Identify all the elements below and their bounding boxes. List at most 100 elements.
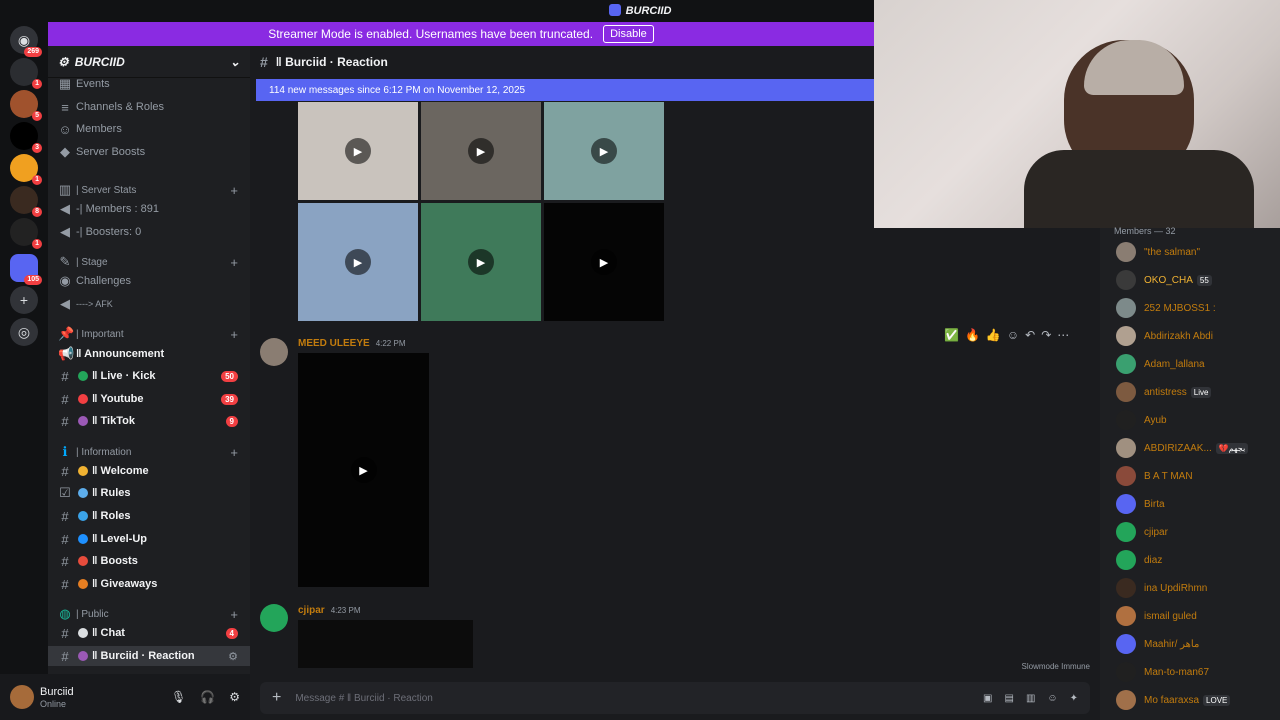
avatar[interactable] — [10, 685, 34, 709]
channel-afk[interactable]: ◀ ----> AFK — [48, 294, 250, 314]
disable-button[interactable]: Disable — [603, 25, 654, 43]
channel-challenges[interactable]: ◉ Challenges — [48, 271, 250, 291]
avatar[interactable] — [260, 604, 288, 632]
add-reaction-icon[interactable]: ☺ — [1007, 328, 1019, 342]
channel-boosters-count[interactable]: ◀ -| Boosters: 0 — [48, 222, 250, 242]
category-server-stats[interactable]: ▥ | Server Stats + — [48, 180, 250, 200]
video-attachment[interactable]: ▶ — [298, 203, 418, 321]
new-messages-bar[interactable]: 114 new messages since 6:12 PM on Novemb… — [256, 79, 874, 101]
member-item[interactable]: Birta — [1100, 490, 1165, 518]
category-label: | Public — [76, 608, 109, 620]
play-icon[interactable]: ▶ — [591, 138, 617, 164]
thumbs-up-reaction-icon[interactable]: 👍 — [986, 328, 1001, 342]
message-author[interactable]: cjipar 4:23 PM — [298, 605, 360, 616]
add-attachment-icon[interactable]: + — [272, 689, 281, 707]
play-icon[interactable]: ▶ — [468, 138, 494, 164]
channel-announcement[interactable]: 📢 ‖ Announcement — [48, 344, 250, 364]
channel-burciid-reaction[interactable]: # ‖ Burciid · Reaction ⚙ — [48, 646, 250, 666]
sidebar-item-events[interactable]: ▦ Events — [48, 74, 250, 94]
emoji-icon[interactable]: ☺ — [1047, 693, 1057, 704]
video-attachment[interactable]: ▶ — [421, 203, 541, 321]
channel-label: Challenges — [76, 275, 132, 287]
member-item[interactable]: Adam_lallana — [1100, 350, 1205, 378]
forward-icon[interactable]: ↷ — [1041, 328, 1051, 342]
category-public[interactable]: ◍ | Public + — [48, 604, 250, 624]
play-icon[interactable]: ▶ — [345, 249, 371, 275]
member-item[interactable]: ina UpdiRhmn — [1100, 574, 1207, 602]
video-attachment[interactable]: ▶ — [421, 102, 541, 200]
server-icon-burciid[interactable]: 105 — [10, 254, 42, 285]
message-input[interactable]: + Message # ‖ Burciid · Reaction ▣ ▤ ▥ ☺… — [260, 682, 1090, 714]
sidebar-item-server-boosts[interactable]: ◆ Server Boosts — [48, 142, 250, 162]
message-author[interactable]: MEED ULEEYE 4:22 PM — [298, 338, 405, 349]
server-icon-3[interactable]: 3 — [10, 122, 42, 153]
channel-giveaways[interactable]: # ‖ Giveaways — [48, 574, 250, 594]
member-item[interactable]: B A T MAN — [1100, 462, 1193, 490]
channel-youtube[interactable]: # ‖ Youtube 39 — [48, 389, 250, 409]
reply-icon[interactable]: ↶ — [1025, 328, 1035, 342]
add-channel-icon[interactable]: + — [230, 327, 238, 342]
server-icon-5[interactable]: 8 — [10, 186, 42, 217]
server-icon-2[interactable]: 5 — [10, 90, 42, 121]
gif-icon[interactable]: ▤ — [1004, 693, 1013, 704]
video-attachment[interactable]: ▶ — [298, 102, 418, 200]
category-information[interactable]: ℹ | Information + — [48, 442, 250, 462]
channel-label: ‖ Youtube — [92, 393, 144, 405]
play-icon[interactable]: ▶ — [591, 249, 617, 275]
member-item[interactable]: Mo faaraxsa LOVE — [1100, 686, 1231, 714]
member-item[interactable]: Man-to-man67 — [1100, 658, 1209, 686]
discover-icon[interactable]: ◎ — [10, 318, 38, 346]
channel-level-up[interactable]: # ‖ Level-Up — [48, 529, 250, 549]
category-stage[interactable]: ✎ | Stage + — [48, 252, 250, 272]
add-channel-icon[interactable]: + — [230, 255, 238, 270]
play-icon[interactable]: ▶ — [345, 138, 371, 164]
category-important[interactable]: 📌 | Important + — [48, 324, 250, 344]
check-reaction-icon[interactable]: ✅ — [944, 328, 959, 342]
avatar[interactable] — [260, 338, 288, 366]
play-icon[interactable]: ▶ — [468, 249, 494, 275]
member-item[interactable]: ABDIRIZAAK... 💔بجهم — [1100, 434, 1249, 462]
server-icon-4[interactable]: 1 — [10, 154, 42, 185]
channel-welcome[interactable]: # ‖ Welcome — [48, 461, 250, 481]
apps-icon[interactable]: ✦ — [1070, 693, 1078, 704]
video-attachment[interactable] — [298, 620, 473, 668]
channel-live-kick[interactable]: # ‖ Live · Kick 50 — [48, 366, 250, 386]
microphone-icon[interactable]: 🎙 — [171, 690, 186, 704]
member-item[interactable]: Abdirizakh Abdi — [1100, 322, 1213, 350]
direct-messages-icon[interactable]: ◉ 269 — [10, 26, 42, 57]
server-icon-1[interactable]: 1 — [10, 58, 42, 89]
member-item[interactable]: antistress Live — [1100, 378, 1212, 406]
add-channel-icon[interactable]: + — [230, 445, 238, 460]
video-attachment[interactable]: ▶ — [544, 203, 664, 321]
channel-rules[interactable]: ☑ ‖ Rules — [48, 483, 250, 503]
settings-gear-icon[interactable]: ⚙ — [228, 650, 238, 663]
add-channel-icon[interactable]: + — [230, 607, 238, 622]
fire-reaction-icon[interactable]: 🔥 — [965, 328, 980, 342]
more-icon[interactable]: ⋯ — [1057, 328, 1069, 342]
channel-members-count[interactable]: ◀ -| Members : 891 — [48, 199, 250, 219]
user-settings-icon[interactable]: ⚙ — [229, 690, 240, 704]
member-item[interactable]: "the salman" — [1100, 238, 1200, 266]
headphones-icon[interactable]: 🎧 — [200, 690, 215, 704]
member-item[interactable]: OKO_CHA 55 — [1100, 266, 1212, 294]
member-item[interactable]: Maahir/ ماهر — [1100, 630, 1199, 658]
video-attachment[interactable]: ▶ — [544, 102, 664, 200]
server-icon-6[interactable]: 1 — [10, 218, 42, 249]
member-item[interactable]: ismail guled — [1100, 602, 1197, 630]
channel-tiktok[interactable]: # ‖ TikTok 9 — [48, 411, 250, 431]
member-item[interactable]: diaz — [1100, 546, 1162, 574]
add-channel-icon[interactable]: + — [230, 183, 238, 198]
channel-chat[interactable]: # ‖ Chat 4 — [48, 623, 250, 643]
member-item[interactable]: cjipar — [1100, 518, 1168, 546]
sidebar-item-members[interactable]: ☺ Members — [48, 119, 250, 139]
play-icon[interactable]: ▶ — [350, 457, 377, 483]
add-server-icon[interactable]: + — [10, 286, 38, 314]
gift-icon[interactable]: ▣ — [983, 693, 992, 704]
sticker-icon[interactable]: ▥ — [1026, 693, 1035, 704]
video-attachment[interactable]: ▶ — [298, 353, 429, 587]
member-item[interactable]: Ayub — [1100, 406, 1167, 434]
channel-boosts[interactable]: # ‖ Boosts — [48, 551, 250, 571]
channel-roles[interactable]: # ‖ Roles — [48, 506, 250, 526]
sidebar-item-channels-roles[interactable]: ≡ Channels & Roles — [48, 97, 250, 117]
member-item[interactable]: 252 MJBOSS1 : — [1100, 294, 1216, 322]
